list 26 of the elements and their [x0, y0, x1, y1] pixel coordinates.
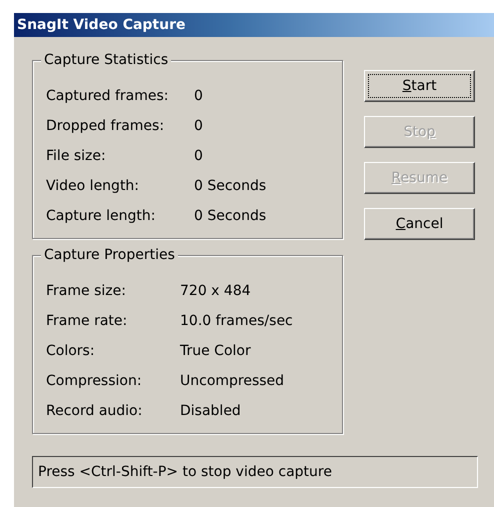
dialog-button[interactable]: Start — [364, 70, 475, 102]
field-label: Record audio: — [46, 403, 144, 419]
dialog-button[interactable]: Cancel — [364, 208, 475, 240]
group-title: Capture Properties — [41, 246, 178, 264]
field-label: Captured frames: — [46, 88, 170, 104]
field-label: Dropped frames: — [46, 118, 166, 134]
field-value: 0 — [194, 148, 203, 164]
field-label: File size: — [46, 148, 107, 164]
field-value: Disabled — [180, 403, 241, 419]
field-label: Frame rate: — [46, 313, 128, 329]
status-field: Press <Ctrl-Shift-P> to stop video capture — [32, 456, 478, 488]
field-value: 0 Seconds — [194, 178, 266, 194]
field-value: 0 Seconds — [194, 208, 266, 224]
field-value: True Color — [180, 343, 251, 359]
field-value: 0 — [194, 118, 203, 134]
field-label: Frame size: — [46, 283, 127, 299]
field-value: 720 x 484 — [180, 283, 251, 299]
field-label: Capture length: — [46, 208, 156, 224]
field-value: 10.0 frames/sec — [180, 313, 293, 329]
field-label: Colors: — [46, 343, 96, 359]
window-title: SnagIt Video Capture — [17, 17, 186, 33]
group-title: Capture Statistics — [41, 51, 172, 69]
field-value: Uncompressed — [180, 373, 284, 389]
field-value: 0 — [194, 88, 203, 104]
field-label: Video length: — [46, 178, 140, 194]
field-label: Compression: — [46, 373, 143, 389]
